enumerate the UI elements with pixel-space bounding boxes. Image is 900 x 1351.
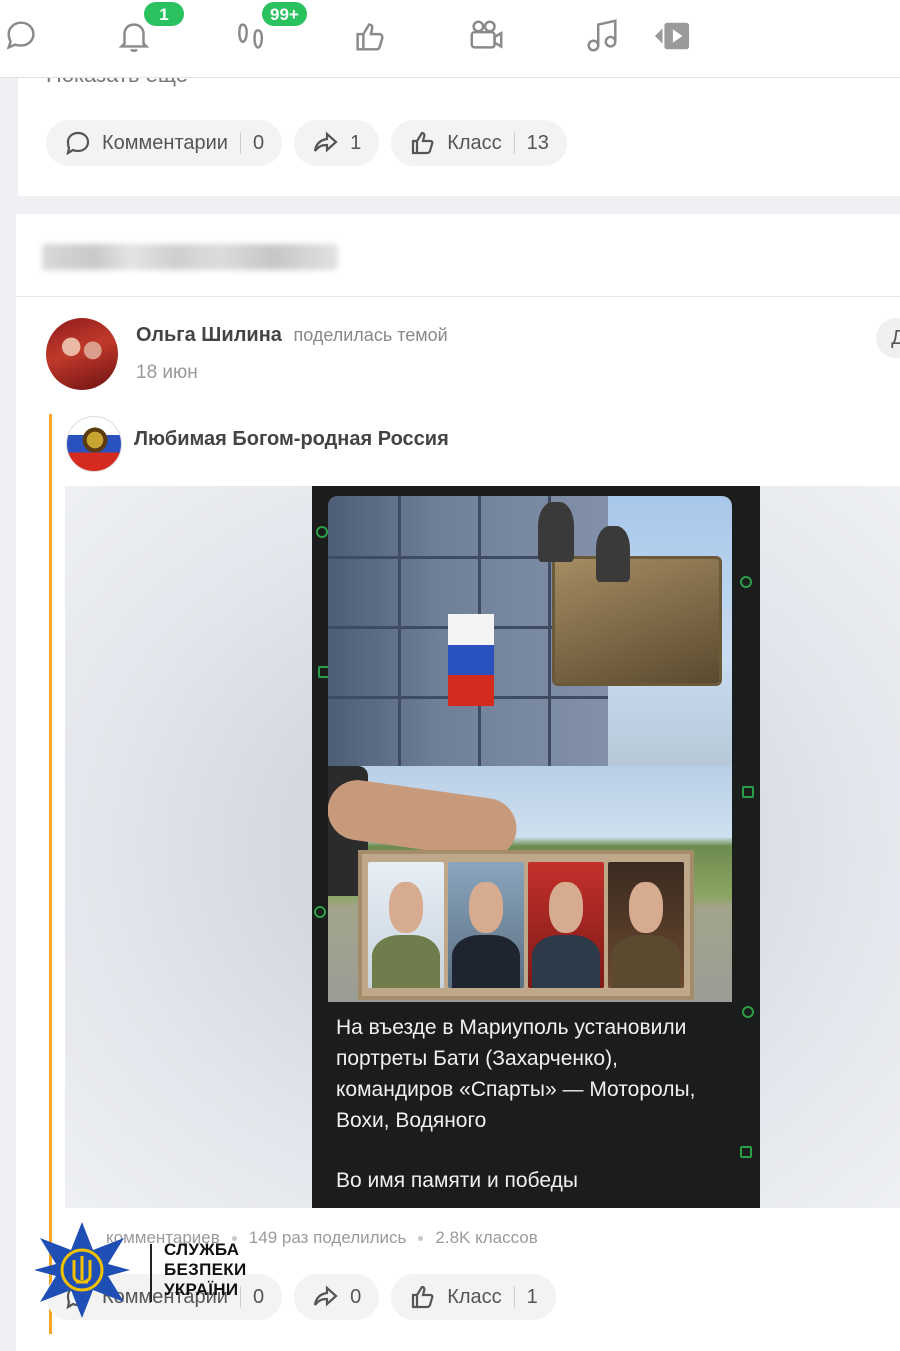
divider (513, 1286, 515, 1308)
music-note-icon (587, 19, 617, 52)
decoration (742, 1006, 754, 1018)
portrait (368, 862, 444, 988)
like-button[interactable]: Класс 13 (391, 120, 567, 166)
divider (150, 1244, 152, 1302)
thumbs-up-icon (356, 23, 384, 51)
portrait (528, 862, 604, 988)
author-avatar[interactable] (46, 318, 118, 390)
toolbar-notifications[interactable]: 1 (112, 2, 184, 58)
portrait (448, 862, 524, 988)
post-actions: Комментарии 0 1 Класс 13 (46, 120, 567, 166)
chat-bubbles-icon (6, 21, 35, 50)
sbu-watermark: СЛУЖБА БЕЗПЕКИ УКРАЇНИ (32, 1220, 272, 1320)
worker (538, 502, 574, 562)
thumbs-up-icon (412, 131, 434, 155)
toolbar-guests[interactable]: 99+ (230, 2, 307, 58)
toolbar-video[interactable] (464, 14, 508, 58)
divider (513, 132, 515, 154)
like-label: Класс (447, 1285, 502, 1308)
like-count: 1 (526, 1285, 538, 1308)
image-caption: На въезде в Мариуполь установили портрет… (336, 1012, 736, 1208)
card-header (16, 214, 376, 296)
separator-dot (418, 1236, 424, 1242)
comment-icon (66, 131, 90, 156)
toolbar-music[interactable] (580, 14, 624, 58)
decoration (316, 526, 328, 538)
post-date[interactable]: 18 июн (136, 362, 198, 384)
photo-building (328, 496, 732, 766)
play-icon (654, 22, 690, 50)
notifications-badge: 1 (144, 2, 184, 26)
share-button[interactable]: 0 (294, 1274, 380, 1320)
comments-count: 0 (252, 131, 265, 154)
share-button[interactable]: 1 (294, 120, 380, 166)
decoration (742, 786, 754, 798)
share-arrow-icon (314, 1285, 338, 1307)
like-count: 13 (526, 131, 549, 154)
sbu-line-3: УКРАЇНИ (164, 1280, 239, 1299)
caption-line-2: Во имя памяти и победы (336, 1169, 578, 1192)
photo-portraits (328, 766, 732, 1002)
divider (16, 296, 900, 297)
phone-screenshot: На въезде в Мариуполь установили портрет… (312, 486, 760, 1208)
toolbar-messages[interactable] (0, 14, 44, 58)
author-action: поделилась темой (293, 325, 448, 345)
video-camera-icon (470, 20, 503, 49)
eagle-emblem (81, 425, 109, 455)
toolbar-likes[interactable] (348, 14, 392, 58)
like-label: Класс (447, 131, 502, 154)
blurred-title (42, 244, 338, 270)
like-button[interactable]: Класс 1 (391, 1274, 556, 1320)
sbu-star-icon (34, 1222, 130, 1318)
flag (448, 614, 494, 706)
lift-basket (552, 556, 722, 686)
decoration (740, 576, 752, 588)
group-name[interactable]: Любимая Богом-родная Россия (134, 428, 449, 451)
shares-count: 0 (350, 1285, 362, 1308)
comments-button[interactable]: Комментарии 0 (46, 120, 283, 166)
comments-label: Комментарии (102, 131, 228, 154)
toolbar-play[interactable] (650, 14, 694, 58)
post-image[interactable]: На въезде в Мариуполь установили портрет… (65, 486, 900, 1208)
group-avatar[interactable] (66, 416, 122, 472)
author-line: Ольга Шилина поделилась темой (136, 324, 448, 347)
sbu-wordmark: СЛУЖБА БЕЗПЕКИ УКРАЇНИ (164, 1240, 246, 1300)
likes-stat[interactable]: 2.8K классов (435, 1228, 537, 1247)
decoration (740, 1146, 752, 1158)
guests-badge: 99+ (262, 2, 307, 26)
portrait-board (358, 850, 694, 1000)
repost-indicator (49, 414, 52, 1334)
thumbs-up-icon (412, 1285, 434, 1309)
post-card: Ольга Шилина поделилась темой 18 июн Д Л… (16, 214, 900, 1351)
divider (239, 132, 241, 154)
portrait (608, 862, 684, 988)
shares-stat[interactable]: 149 раз поделились (249, 1228, 407, 1247)
worker (596, 526, 630, 582)
sbu-line-2: БЕЗПЕКИ (164, 1260, 247, 1279)
post-menu-button[interactable]: Д (876, 318, 900, 358)
sbu-line-1: СЛУЖБА (164, 1240, 240, 1259)
shares-count: 1 (350, 131, 362, 154)
top-toolbar: 1 99+ (0, 0, 900, 78)
author-name[interactable]: Ольга Шилина (136, 324, 282, 346)
decoration (314, 906, 326, 918)
caption-line-1: На въезде в Мариуполь установили портрет… (336, 1016, 696, 1132)
share-arrow-icon (314, 131, 338, 153)
